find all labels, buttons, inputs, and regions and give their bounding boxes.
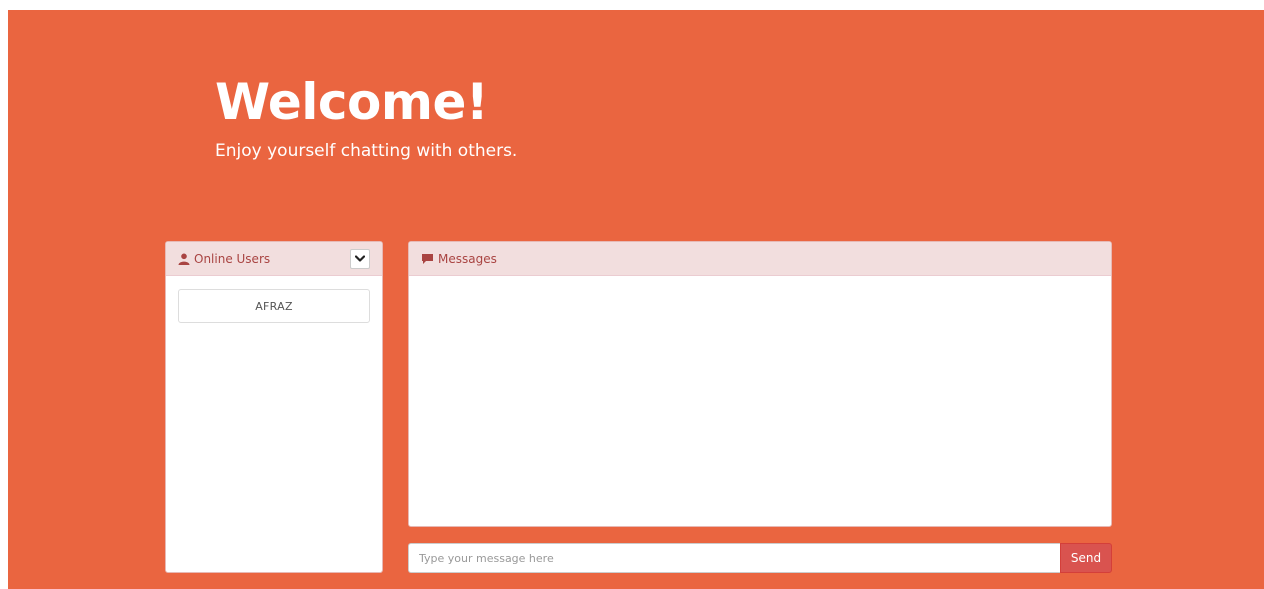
message-composer: Send [408, 543, 1112, 573]
online-users-panel: Online Users AFRAZ [165, 241, 383, 573]
messages-heading: Messages [409, 242, 1111, 276]
hero-title: Welcome! [215, 73, 489, 131]
users-toggle-button[interactable] [350, 248, 370, 269]
chevron-down-icon [355, 254, 365, 263]
page-background: Welcome! Enjoy yourself chatting with ot… [8, 10, 1264, 589]
online-users-heading: Online Users [166, 242, 382, 276]
user-name: AFRAZ [255, 299, 293, 313]
user-icon [178, 253, 190, 265]
messages-panel: Messages [408, 241, 1112, 527]
send-button[interactable]: Send [1060, 543, 1112, 573]
comment-icon [421, 253, 434, 265]
online-users-title: Online Users [194, 251, 271, 266]
message-input[interactable] [408, 543, 1060, 573]
user-list-item[interactable]: AFRAZ [178, 289, 370, 323]
messages-title: Messages [438, 251, 497, 266]
hero-subtitle: Enjoy yourself chatting with others. [215, 141, 518, 161]
messages-area [409, 276, 1111, 526]
users-list: AFRAZ [166, 276, 382, 336]
